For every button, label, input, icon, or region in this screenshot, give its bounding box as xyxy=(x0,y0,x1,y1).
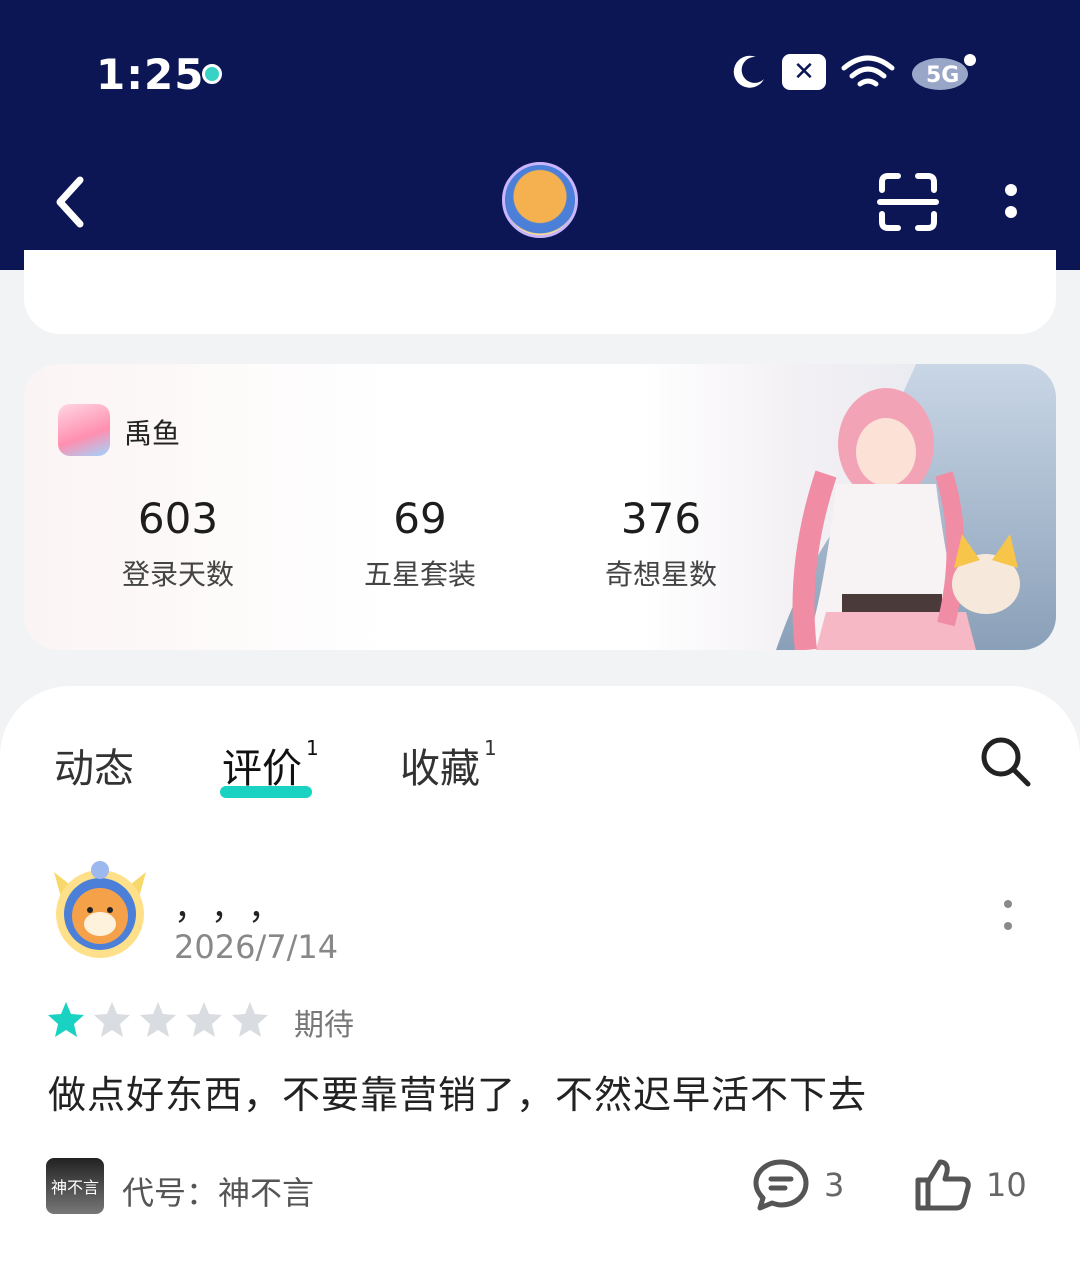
moon-icon xyxy=(730,53,768,91)
status-icons: ✕ 5G xyxy=(730,52,980,92)
stat-value: 69 xyxy=(393,494,447,543)
game-tag-icon: 神不言 xyxy=(46,1158,104,1214)
game-character-artwork xyxy=(776,364,1056,650)
comment-icon xyxy=(753,1159,809,1211)
review-date: 2026/7/14 xyxy=(174,928,339,966)
reviewer-avatar[interactable] xyxy=(44,858,156,962)
stat-label: 登录天数 xyxy=(121,558,234,591)
active-tab-indicator xyxy=(220,786,312,798)
top-header: 1:25 ✕ 5G xyxy=(0,0,1080,270)
like-count: 10 xyxy=(986,1166,1027,1204)
stat-five-star-sets: 69 五星套装 xyxy=(320,494,520,593)
stat-login-days: 603 登录天数 xyxy=(78,494,278,593)
review-more-icon[interactable] xyxy=(996,898,1020,932)
star-empty-icon xyxy=(94,1002,130,1037)
thumbs-up-icon xyxy=(915,1159,971,1211)
more-options-button[interactable] xyxy=(996,178,1026,228)
review-text: 做点好东西，不要靠营销了，不然迟早活不下去 xyxy=(48,1073,868,1117)
signal-icon: 5G xyxy=(910,52,980,92)
game-name: 禹鱼 xyxy=(124,417,181,450)
tab-favorites[interactable]: 收藏 1 xyxy=(400,736,497,794)
wifi-icon xyxy=(840,52,896,92)
svg-text:5G: 5G xyxy=(926,63,959,88)
rating-stars xyxy=(46,1000,270,1040)
profile-card xyxy=(24,250,1056,334)
stat-stars: 376 奇想星数 xyxy=(561,494,761,593)
comment-count: 3 xyxy=(824,1166,845,1204)
game-tag-link[interactable]: 代号：神不言 xyxy=(122,1168,314,1214)
game-icon xyxy=(58,404,110,456)
search-icon[interactable] xyxy=(978,734,1034,790)
stat-label: 奇想星数 xyxy=(604,558,717,591)
like-button[interactable]: 10 xyxy=(914,1158,1027,1212)
game-stats-card[interactable]: 禹鱼 603 登录天数 69 五星套装 376 奇想星数 xyxy=(24,364,1056,650)
stat-label: 五星套装 xyxy=(363,558,476,591)
stat-value: 603 xyxy=(137,494,219,543)
stat-value: 376 xyxy=(620,494,702,543)
scan-icon[interactable] xyxy=(876,172,940,232)
tab-count: 1 xyxy=(306,736,319,760)
back-button[interactable] xyxy=(44,170,100,234)
header-avatar[interactable] xyxy=(502,162,578,238)
notification-app-icon xyxy=(202,64,222,84)
close-box-icon: ✕ xyxy=(782,54,826,90)
star-empty-icon xyxy=(232,1002,268,1037)
tab-count: 1 xyxy=(484,736,497,760)
tab-label: 收藏 xyxy=(400,746,480,792)
comment-button[interactable]: 3 xyxy=(752,1158,844,1212)
star-filled-icon xyxy=(48,1002,84,1037)
tab-activity[interactable]: 动态 xyxy=(54,736,134,794)
tab-label: 动态 xyxy=(54,746,134,792)
rating-label: 期待 xyxy=(294,1008,354,1043)
star-empty-icon xyxy=(186,1002,222,1037)
reviewer-name[interactable]: ，，， xyxy=(174,880,302,929)
star-empty-icon xyxy=(140,1002,176,1037)
status-time: 1:25 xyxy=(96,50,205,99)
